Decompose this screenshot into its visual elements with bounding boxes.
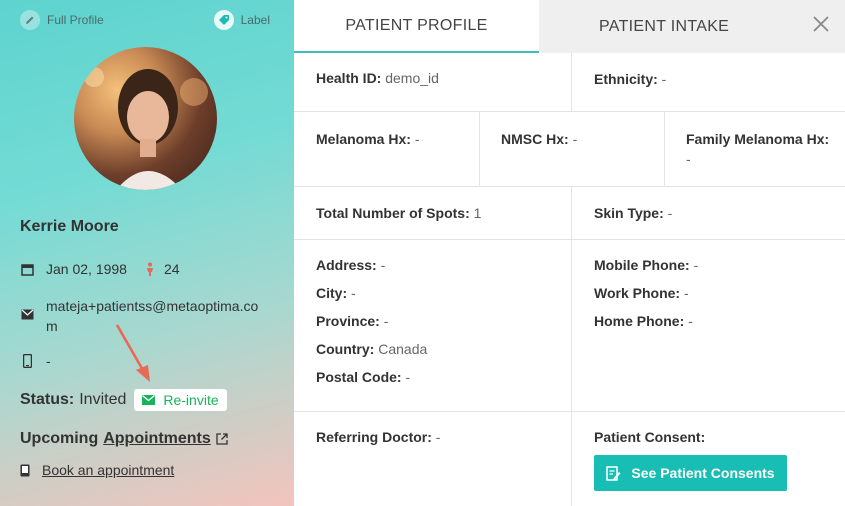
edit-document-icon (606, 465, 621, 481)
annotation-arrow (115, 324, 150, 382)
envelope-icon (20, 307, 34, 321)
book-appointment-link[interactable]: Book an appointment (42, 462, 174, 478)
envelope-icon (142, 395, 156, 405)
melanoma-hx-field: Melanoma Hx: - (316, 131, 419, 147)
age-group: 24 (145, 261, 180, 277)
status-label: Status: (20, 391, 75, 408)
label-button[interactable]: Label (213, 10, 270, 30)
status-row: Status: Invited Re-invite (20, 389, 227, 411)
referring-doctor-field: Referring Doctor: - (316, 429, 440, 445)
see-patient-consents-button[interactable]: See Patient Consents (594, 455, 787, 491)
nmsc-hx-field: NMSC Hx: - (501, 131, 577, 147)
phone-row: - (20, 353, 51, 369)
gender-icon (145, 262, 155, 276)
upcoming-appointments: Upcoming Appointments (20, 430, 228, 448)
phone-block: Mobile Phone: - Work Phone: - Home Phone… (594, 257, 698, 341)
dob-row: Jan 02, 1998 24 (20, 261, 180, 277)
referring-doctor-value: - (435, 429, 441, 445)
family-melanoma-hx-field: Family Melanoma Hx: - (686, 129, 836, 169)
referring-doctor-label: Referring Doctor: (316, 429, 432, 445)
skin-type-label: Skin Type: (594, 205, 664, 221)
ethnicity-field: Ethnicity: - (594, 71, 666, 87)
email-text: mateja+patientss@metaoptima.com (46, 298, 259, 334)
work-phone-field: Work Phone: - (594, 285, 689, 301)
postal-code-field: Postal Code: - (316, 369, 411, 385)
melanoma-hx-value: - (414, 131, 420, 147)
patient-main-panel: PATIENT PROFILE PATIENT INTAKE Health ID… (294, 0, 845, 506)
tab-patient-profile[interactable]: PATIENT PROFILE (294, 0, 539, 53)
ethnicity-label: Ethnicity: (594, 71, 658, 87)
patient-avatar (74, 47, 217, 190)
patient-consent-label: Patient Consent: (594, 429, 706, 445)
tablet-icon (20, 464, 30, 477)
total-spots-label: Total Number of Spots: (316, 205, 470, 221)
appointments-link[interactable]: Appointments (103, 430, 211, 448)
mobile-phone-field: Mobile Phone: - (594, 257, 699, 273)
full-profile-button[interactable]: Full Profile (20, 10, 104, 30)
label-label: Label (240, 13, 270, 27)
tab-bar: PATIENT PROFILE PATIENT INTAKE (294, 0, 845, 53)
sidebar-actions: Full Profile Label (20, 10, 270, 30)
address-field: Address: - (316, 257, 386, 273)
health-id-label: Health ID: (316, 70, 382, 86)
home-phone-field: Home Phone: - (594, 313, 693, 329)
calendar-icon (20, 262, 34, 276)
phone-text: - (46, 353, 51, 369)
province-field: Province: - (316, 313, 389, 329)
city-field: City: - (316, 285, 356, 301)
reinvite-label: Re-invite (163, 392, 219, 408)
external-link-icon[interactable] (216, 433, 228, 445)
mobile-phone-icon (20, 354, 34, 368)
age-text: 24 (163, 261, 180, 277)
total-spots-field: Total Number of Spots: 1 (316, 205, 481, 221)
melanoma-hx-label: Melanoma Hx: (316, 131, 411, 147)
dob-text: Jan 02, 1998 (46, 261, 127, 277)
nmsc-hx-label: NMSC Hx: (501, 131, 569, 147)
reinvite-button[interactable]: Re-invite (134, 389, 227, 411)
country-field: Country: Canada (316, 341, 428, 357)
ethnicity-value: - (661, 71, 667, 87)
see-patient-consents-label: See Patient Consents (631, 465, 775, 481)
total-spots-value: 1 (473, 205, 482, 221)
nmsc-hx-value: - (572, 131, 578, 147)
skin-type-value: - (667, 205, 673, 221)
full-profile-label: Full Profile (47, 13, 104, 27)
health-id-field: Health ID: demo_id (316, 70, 439, 86)
pencil-icon (20, 10, 40, 30)
family-melanoma-hx-value: - (686, 151, 691, 167)
family-melanoma-hx-label: Family Melanoma Hx: (686, 131, 830, 147)
patient-sidebar: Full Profile Label Kerrie Moore Jan 02, … (0, 0, 294, 506)
tag-icon (213, 10, 234, 30)
tab-patient-intake[interactable]: PATIENT INTAKE (539, 0, 845, 53)
health-id-value: demo_id (385, 70, 439, 86)
patient-consent-field: Patient Consent: (594, 429, 705, 445)
status-value: Invited (79, 391, 127, 408)
close-icon[interactable] (811, 14, 831, 34)
address-block: Address: - City: - Province: - Country: … (316, 257, 427, 397)
upcoming-label: Upcoming (20, 430, 99, 447)
patient-name: Kerrie Moore (20, 218, 119, 235)
book-appointment-row[interactable]: Book an appointment (20, 462, 174, 478)
skin-type-field: Skin Type: - (594, 205, 672, 221)
